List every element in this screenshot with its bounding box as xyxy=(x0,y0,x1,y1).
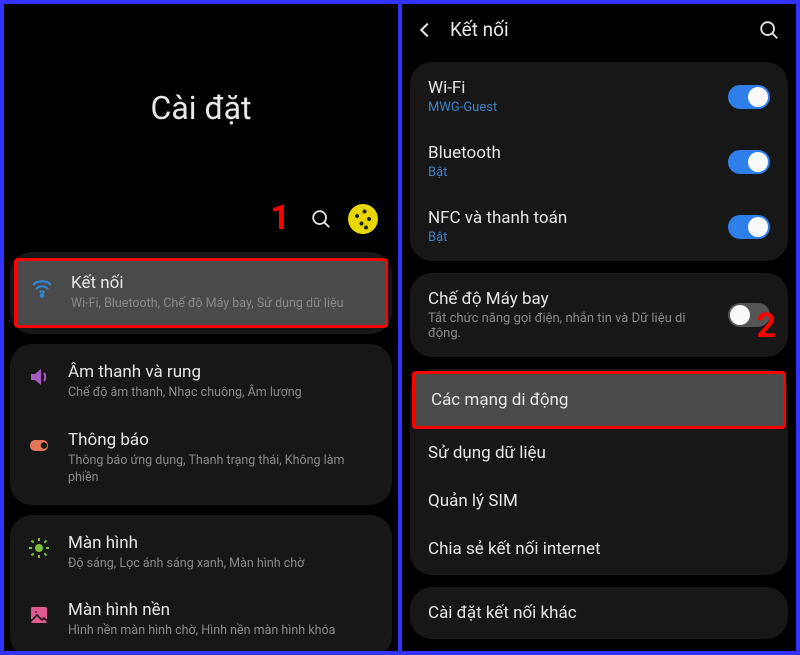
row-text: Chế độ Máy bayTắt chức năng gọi điện, nh… xyxy=(428,289,716,341)
row-text: Màn hình Độ sáng, Lọc ánh sáng xanh, Màn… xyxy=(68,533,374,573)
settings-group: Màn hình Độ sáng, Lọc ánh sáng xanh, Màn… xyxy=(10,515,392,652)
page-title: Cài đặt xyxy=(4,89,398,127)
connections-group: Chế độ Máy bayTắt chức năng gọi điện, nh… xyxy=(410,273,788,357)
toggle-switch[interactable] xyxy=(728,85,770,109)
row-subtitle: Wi-Fi, Bluetooth, Chế độ Máy bay, Sử dụn… xyxy=(71,296,371,313)
connections-row-nfc-và-thanh-toán[interactable]: NFC và thanh toán Bật xyxy=(410,194,788,259)
row-title: Cài đặt kết nối khác xyxy=(428,603,770,623)
toggle-switch[interactable] xyxy=(728,215,770,239)
row-subtitle: MWG-Guest xyxy=(428,100,716,115)
settings-row-thông-báo[interactable]: Thông báo Thông báo ứng dụng, Thanh trạn… xyxy=(10,416,392,501)
row-title: Wi-Fi xyxy=(428,78,716,98)
row-text: Sử dụng dữ liệu xyxy=(428,443,770,463)
row-subtitle: Tắt chức năng gọi điện, nhắn tin và Dữ l… xyxy=(428,311,716,341)
settings-group: Kết nối Wi-Fi, Bluetooth, Chế độ Máy bay… xyxy=(10,252,392,334)
row-text: Cài đặt kết nối khác xyxy=(428,603,770,623)
connections-row-chế-độ-máy-bay[interactable]: Chế độ Máy bayTắt chức năng gọi điện, nh… xyxy=(410,275,788,355)
row-text: Màn hình nền Hình nền màn hình chờ, Hình… xyxy=(68,600,374,640)
row-title: Chế độ Máy bay xyxy=(428,289,716,309)
account-avatar[interactable] xyxy=(348,204,378,234)
connections-row-sử-dụng-dữ-liệu[interactable]: Sử dụng dữ liệu xyxy=(410,429,788,477)
row-text: Chia sẻ kết nối internet xyxy=(428,539,770,559)
row-title: Âm thanh và rung xyxy=(68,362,374,382)
row-text: Các mạng di động xyxy=(431,390,767,410)
row-subtitle: Bật xyxy=(428,165,716,180)
row-title: Kết nối xyxy=(71,273,371,293)
row-title: Bluetooth xyxy=(428,143,716,163)
settings-group: Âm thanh và rung Chế độ âm thanh, Nhạc c… xyxy=(10,344,392,505)
row-subtitle: Hình nền màn hình chờ, Hình nền màn hình… xyxy=(68,623,374,640)
row-text: Bluetooth Bật xyxy=(428,143,716,180)
connections-row-quản-lý-sim[interactable]: Quản lý SIM xyxy=(410,477,788,525)
settings-row-âm-thanh-và-rung[interactable]: Âm thanh và rung Chế độ âm thanh, Nhạc c… xyxy=(10,348,392,416)
row-subtitle: Chế độ âm thanh, Nhạc chuông, Âm lượng xyxy=(68,385,374,402)
sound-icon xyxy=(26,364,52,390)
connections-group: Cài đặt kết nối khác xyxy=(410,587,788,639)
wifi-icon xyxy=(29,275,55,301)
connections-group: Các mạng di động Sử dụng dữ liệu Quản lý… xyxy=(410,369,788,575)
connections-row-chia-sẻ-kết-nối-internet[interactable]: Chia sẻ kết nối internet xyxy=(410,525,788,573)
row-title: Thông báo xyxy=(68,430,374,450)
annotation-step-1: 1 xyxy=(270,198,290,238)
connections-row-cài-đặt-kết-nối-khác[interactable]: Cài đặt kết nối khác xyxy=(410,589,788,637)
settings-main-screen: Cài đặt 1 Kết nối Wi-Fi, Bluetooth, Chế … xyxy=(4,4,398,651)
connections-row-các-mạng-di-động[interactable]: Các mạng di động xyxy=(412,371,786,429)
row-text: Wi-Fi MWG-Guest xyxy=(428,78,716,115)
settings-row-màn-hình-nền[interactable]: Màn hình nền Hình nền màn hình chờ, Hình… xyxy=(10,586,392,651)
settings-row-màn-hình[interactable]: Màn hình Độ sáng, Lọc ánh sáng xanh, Màn… xyxy=(10,519,392,587)
row-title: Sử dụng dữ liệu xyxy=(428,443,770,463)
connections-row-wi-fi[interactable]: Wi-Fi MWG-Guest xyxy=(410,64,788,129)
row-text: Kết nối Wi-Fi, Bluetooth, Chế độ Máy bay… xyxy=(71,273,371,313)
row-text: Quản lý SIM xyxy=(428,491,770,511)
annotation-step-2: 2 xyxy=(756,306,776,346)
row-title: Màn hình xyxy=(68,533,374,553)
row-title: Quản lý SIM xyxy=(428,491,770,511)
row-text: Âm thanh và rung Chế độ âm thanh, Nhạc c… xyxy=(68,362,374,402)
row-subtitle: Bật xyxy=(428,230,716,245)
header-title: Kết nối xyxy=(450,18,744,41)
row-text: NFC và thanh toán Bật xyxy=(428,208,716,245)
header-bar: Kết nối xyxy=(402,4,796,55)
wallpaper-icon xyxy=(26,602,52,628)
notif-icon xyxy=(26,432,52,458)
action-bar xyxy=(310,204,378,234)
row-title: NFC và thanh toán xyxy=(428,208,716,228)
row-title: Màn hình nền xyxy=(68,600,374,620)
connections-group: Wi-Fi MWG-Guest Bluetooth Bật NFC và thanh… xyxy=(410,62,788,261)
row-subtitle: Thông báo ứng dụng, Thanh trạng thái, Kh… xyxy=(68,453,374,487)
back-icon[interactable] xyxy=(414,19,436,41)
toggle-switch[interactable] xyxy=(728,150,770,174)
settings-row-kết-nối[interactable]: Kết nối Wi-Fi, Bluetooth, Chế độ Máy bay… xyxy=(14,258,388,328)
connections-row-bluetooth[interactable]: Bluetooth Bật xyxy=(410,129,788,194)
row-text: Thông báo Thông báo ứng dụng, Thanh trạn… xyxy=(68,430,374,487)
search-icon[interactable] xyxy=(758,19,780,41)
display-icon xyxy=(26,535,52,561)
row-title: Chia sẻ kết nối internet xyxy=(428,539,770,559)
connections-screen: Kết nối 2 Wi-Fi MWG-Guest Bluetooth Bật NF… xyxy=(402,4,796,651)
row-subtitle: Độ sáng, Lọc ánh sáng xanh, Màn hình chờ xyxy=(68,556,374,573)
search-icon[interactable] xyxy=(310,208,332,230)
row-title: Các mạng di động xyxy=(431,390,767,410)
